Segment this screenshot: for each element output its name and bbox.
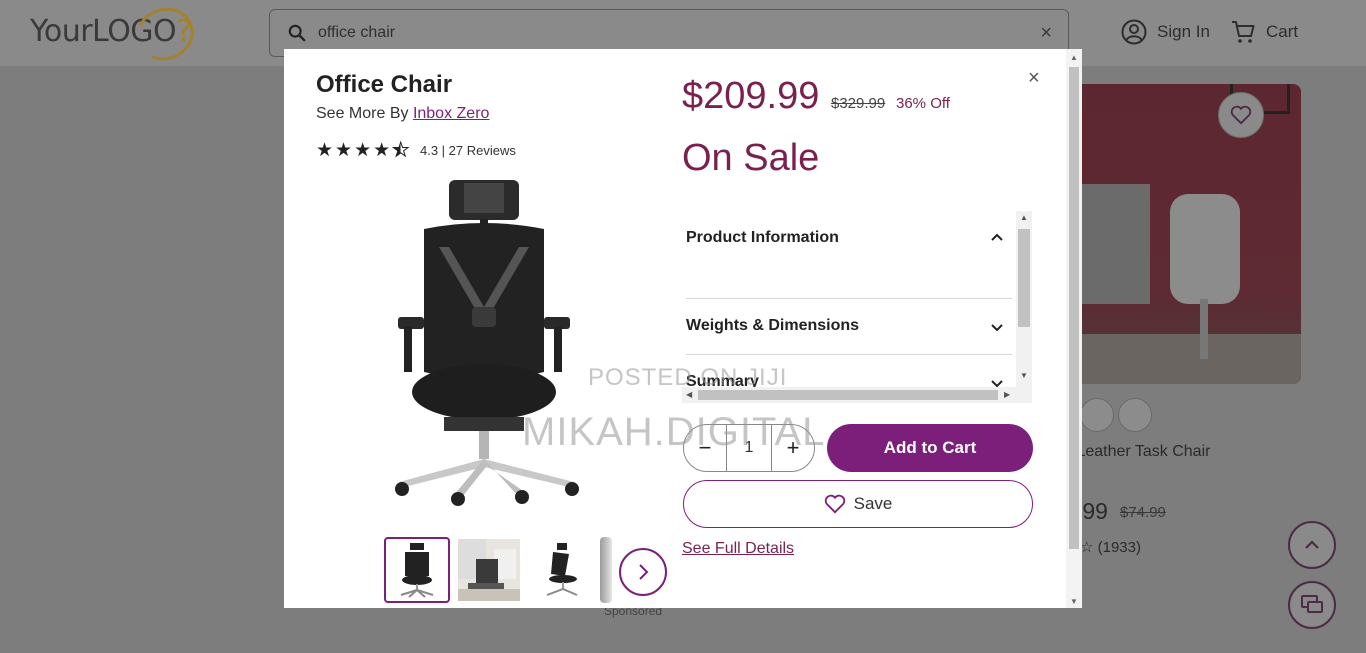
- thumbnail-3[interactable]: [528, 537, 594, 603]
- accordion-label: Weights & Dimensions: [686, 317, 860, 334]
- rating-stars[interactable]: ★ ★ ★ ★ ★: [316, 140, 410, 161]
- brand-link[interactable]: Inbox Zero: [413, 105, 489, 122]
- sign-in-label: Sign In: [1157, 22, 1210, 41]
- search-input[interactable]: office chair: [318, 24, 395, 42]
- scroll-up-arrow-icon[interactable]: ▲: [1020, 213, 1028, 222]
- scroll-to-top-button[interactable]: [1288, 521, 1336, 569]
- thumbnail-chair-icon: [400, 543, 434, 598]
- accordion-product-information[interactable]: Product Information: [686, 211, 1012, 299]
- rating-summary[interactable]: 4.3 | 27 Reviews: [420, 143, 516, 158]
- background-product-rating: ☆ (1933): [1080, 538, 1141, 556]
- thumbnail-2[interactable]: [456, 537, 522, 603]
- star-full-icon: ★: [335, 140, 353, 161]
- heart-icon: [1230, 105, 1252, 125]
- thumbnail-4[interactable]: [600, 537, 612, 603]
- close-modal-button[interactable]: ×: [1028, 67, 1040, 90]
- clear-search-icon[interactable]: ×: [1040, 22, 1052, 45]
- review-count: (1933): [1097, 539, 1141, 556]
- background-product-title[interactable]: x Leather Task Chair lis: [1064, 442, 1254, 482]
- see-full-details-link[interactable]: See Full Details: [682, 540, 794, 558]
- background-product-image[interactable]: [1050, 84, 1301, 384]
- close-icon: ×: [1028, 67, 1040, 89]
- logo-ring-icon: [128, 0, 202, 69]
- background-product-title-line1: x Leather Task Chair: [1064, 443, 1211, 460]
- image-thumbnails: [384, 537, 612, 603]
- original-price: $329.99: [831, 95, 886, 112]
- chevron-up-icon: [1305, 540, 1319, 549]
- cart-label: Cart: [1266, 22, 1299, 41]
- save-label: Save: [853, 494, 893, 513]
- chat-icon: [1301, 595, 1323, 613]
- accordion-vertical-scrollbar[interactable]: ▲ ▼: [1016, 211, 1032, 387]
- next-image-button[interactable]: [619, 548, 667, 596]
- watermark-line1: POSTED ON JIJI: [588, 364, 788, 391]
- quick-view-modal: ▲ ▼ Office Chair See More By Inbox Zero …: [284, 49, 1082, 608]
- watermark-line2: MIKAH.DIGITAL: [522, 410, 826, 454]
- product-image-desk: [1070, 184, 1150, 304]
- background-product-title-line2: lis: [1064, 462, 1254, 482]
- product-image-chair: [1170, 194, 1240, 304]
- modal-scroll-thumb[interactable]: [1069, 67, 1079, 549]
- star-half-icon: ★: [392, 140, 410, 161]
- product-title: Office Chair: [316, 71, 453, 98]
- star-full-icon: ★: [354, 140, 372, 161]
- accordion-label: Product Information: [686, 229, 839, 246]
- heart-icon: [824, 494, 845, 514]
- sale-price: $209.99: [682, 75, 820, 117]
- scroll-down-arrow-icon[interactable]: ▼: [1020, 371, 1028, 380]
- background-product-old-price: $74.99: [1120, 504, 1166, 521]
- add-to-cart-button[interactable]: Add to Cart: [827, 424, 1033, 472]
- color-swatches: [1080, 398, 1152, 432]
- modal-scrollbar[interactable]: ▲ ▼: [1066, 49, 1082, 608]
- half-star-icon: ☆: [1080, 539, 1094, 556]
- chevron-up-icon: [991, 233, 1003, 241]
- star-full-icon: ★: [316, 140, 334, 161]
- search-icon: [288, 24, 306, 42]
- thumbnail-side-chair-icon: [546, 543, 578, 596]
- accordion-weights-dimensions[interactable]: Weights & Dimensions: [686, 299, 1012, 355]
- chevron-down-icon: [991, 324, 1003, 332]
- cart-link[interactable]: Cart: [1230, 19, 1298, 45]
- chevron-right-icon: [639, 564, 649, 580]
- scroll-up-arrow-icon[interactable]: ▲: [1070, 53, 1078, 62]
- logo-word: Your: [30, 14, 93, 49]
- scroll-down-arrow-icon[interactable]: ▼: [1070, 597, 1078, 606]
- site-logo[interactable]: YourLOGO?: [30, 0, 202, 69]
- scroll-right-arrow-icon[interactable]: ▶: [1004, 390, 1010, 399]
- product-image-chair-pole: [1200, 299, 1208, 359]
- user-icon: [1121, 19, 1147, 45]
- thumbnail-room-icon: [458, 539, 520, 601]
- save-button[interactable]: Save: [683, 480, 1033, 528]
- chat-button[interactable]: [1288, 581, 1336, 629]
- cart-icon: [1232, 21, 1255, 43]
- wishlist-button[interactable]: [1218, 92, 1264, 138]
- thumbnail-1[interactable]: [384, 537, 450, 603]
- on-sale-label: On Sale: [682, 137, 820, 179]
- see-more-prefix: See More By: [316, 105, 409, 122]
- product-main-image[interactable]: [394, 177, 584, 507]
- star-full-icon: ★: [373, 140, 391, 161]
- product-image-floor: [1050, 334, 1301, 384]
- discount-percent: 36% Off: [896, 95, 950, 112]
- accordion-scroll-thumb[interactable]: [1018, 229, 1030, 327]
- swatch-dark[interactable]: [1080, 398, 1114, 432]
- swatch-light[interactable]: [1118, 398, 1152, 432]
- see-more-by: See More By Inbox Zero: [316, 105, 489, 123]
- sign-in-link[interactable]: Sign In: [1121, 19, 1210, 45]
